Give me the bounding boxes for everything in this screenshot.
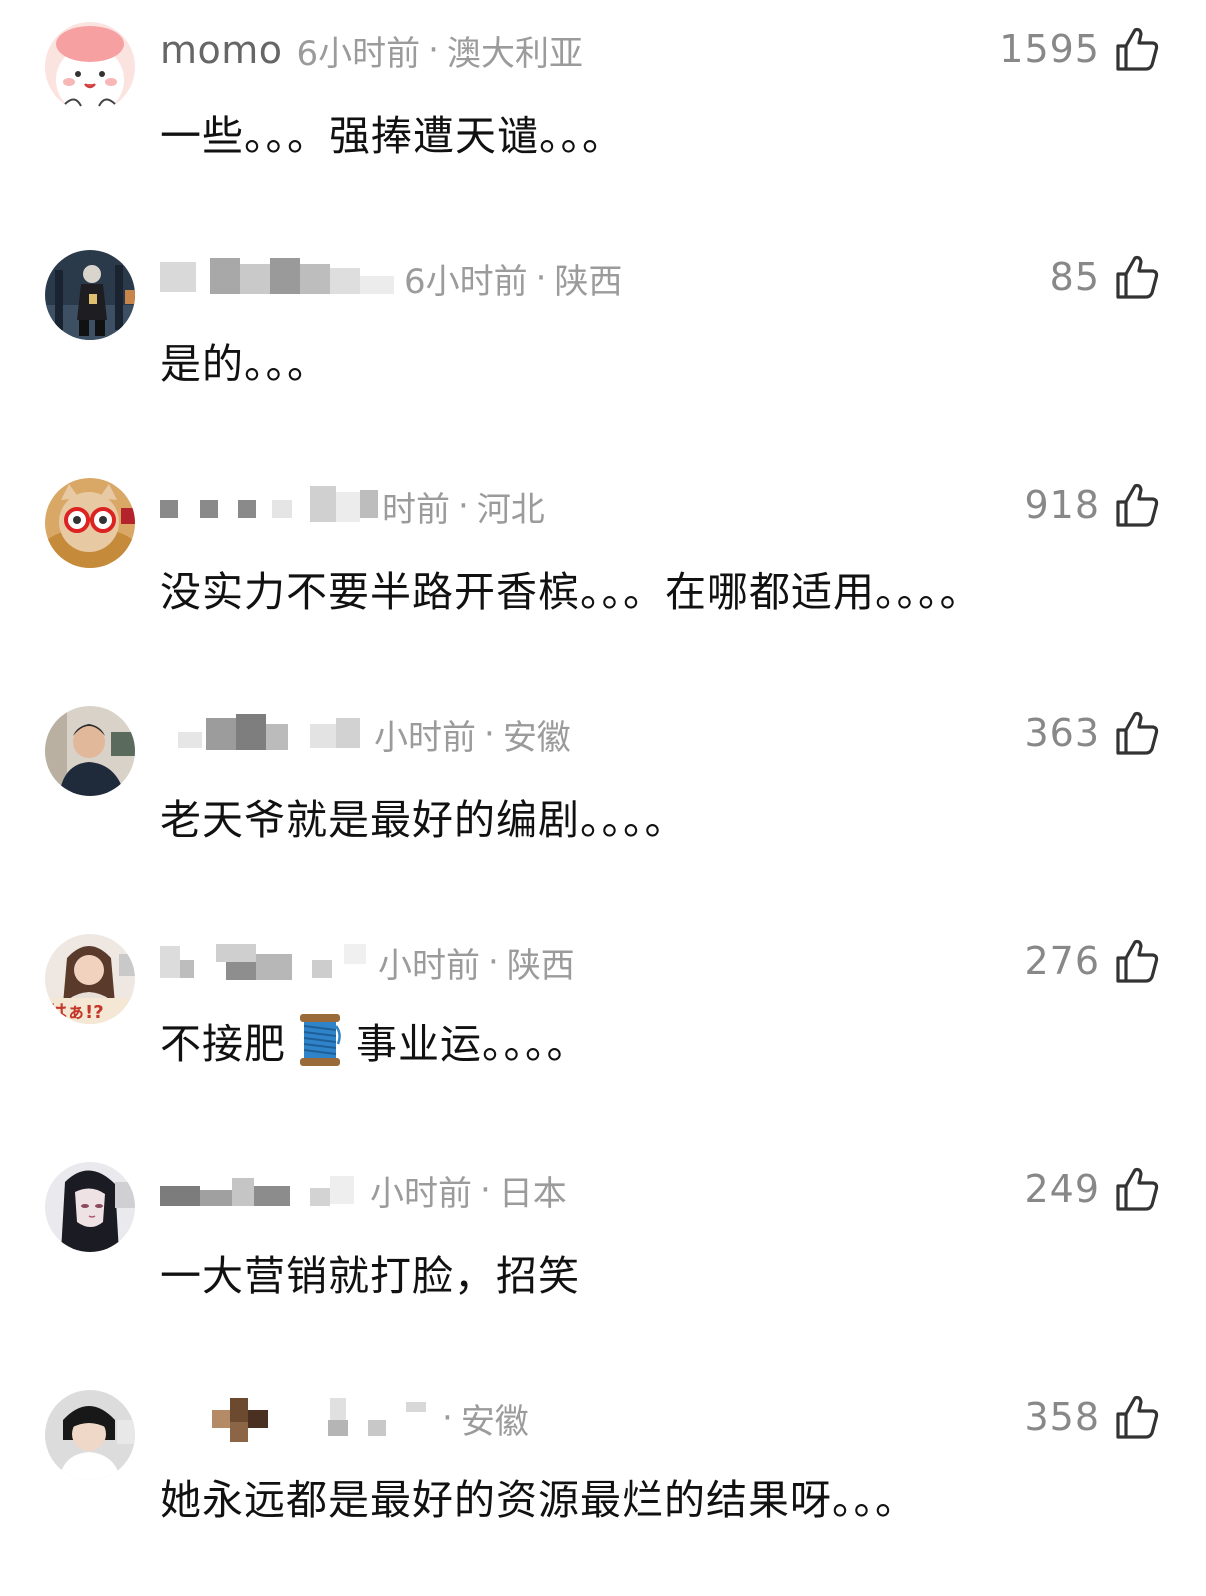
comment-text: 没实力不要半路开香槟。。。在哪都适用。。。。 [160, 568, 982, 616]
boy-photo-avatar-icon [45, 1390, 135, 1480]
comment-meta: · 安徽 [160, 1398, 529, 1442]
thumbs-up-icon [1116, 483, 1159, 527]
comment-time: 时前 [382, 489, 450, 530]
username-masked[interactable] [160, 942, 374, 982]
avatar[interactable] [45, 706, 135, 796]
username-masked[interactable] [160, 1398, 438, 1442]
comment-item: momo 6小时前 · 澳大利亚 1595 一些。。。强捧遭天谴。。。 [0, 0, 1206, 228]
avatar[interactable] [45, 250, 135, 340]
username-masked[interactable] [160, 714, 370, 754]
comment-text-part: 不接肥 [160, 1020, 286, 1068]
comment-location: 陕西 [554, 261, 623, 302]
like-count: 358 [1024, 1395, 1100, 1439]
username-masked[interactable] [160, 1170, 366, 1210]
like-count: 918 [1024, 483, 1100, 527]
meta-separator: · [458, 486, 469, 526]
username[interactable]: momo [160, 28, 283, 72]
spool-of-thread-icon [300, 1014, 341, 1066]
man-photo-avatar-icon [45, 706, 135, 796]
comment-item: はぁ!? 小时前 · 陕西 276 不接肥 事业运。。。。 [0, 912, 1206, 1140]
comment-text-part: 事业运。。。。 [356, 1020, 589, 1068]
meta-separator: · [484, 714, 495, 754]
comment-text: 不接肥 事业运。。。。 [160, 1010, 589, 1070]
comment-meta: momo 6小时前 · 澳大利亚 [160, 28, 583, 74]
svg-text:はぁ!?: はぁ!? [49, 1002, 104, 1023]
meta-separator: · [442, 1398, 453, 1438]
like-button[interactable]: 1595 [999, 24, 1160, 74]
thumbs-up-icon [1116, 1167, 1159, 1211]
avatar[interactable]: はぁ!? [45, 934, 135, 1024]
game-character-avatar-icon [45, 250, 135, 340]
comment-time: 6小时前 [296, 33, 421, 74]
comment-time: 小时前 [370, 1173, 472, 1214]
anime-girl-avatar-icon [45, 1162, 135, 1252]
comment-item: · 安徽 358 她永远都是最好的资源最烂的结果呀。。。 [0, 1368, 1206, 1596]
comment-location: 河北 [476, 489, 545, 530]
comment-time: 小时前 [374, 717, 476, 758]
username-masked[interactable] [160, 258, 400, 298]
comment-item: 时前 · 河北 918 没实力不要半路开香槟。。。在哪都适用。。。。 [0, 456, 1206, 684]
pink-cartoon-avatar-icon [45, 22, 135, 112]
meta-separator: · [488, 942, 499, 982]
comment-text: 她永远都是最好的资源最烂的结果呀。。。 [160, 1476, 917, 1524]
like-count: 1595 [999, 27, 1100, 71]
comment-meta: 小时前 · 安徽 [160, 714, 571, 758]
meta-separator: · [480, 1170, 491, 1210]
thumbs-up-icon [1116, 255, 1159, 299]
like-button[interactable]: 918 [1024, 480, 1160, 530]
avatar[interactable] [45, 1162, 135, 1252]
meta-separator: · [428, 30, 439, 70]
comment-location: 陕西 [506, 945, 575, 986]
like-count: 363 [1024, 711, 1100, 755]
comment-meta: 小时前 · 日本 [160, 1170, 567, 1214]
comment-meta: 小时前 · 陕西 [160, 942, 575, 986]
comment-text: 一些。。。强捧遭天谴。。。 [160, 112, 624, 160]
avatar[interactable] [45, 1390, 135, 1480]
comment-item: 6小时前 · 陕西 85 是的。。。 [0, 228, 1206, 456]
cat-with-glasses-avatar-icon [45, 478, 135, 568]
like-count: 276 [1024, 939, 1100, 983]
comment-meta: 时前 · 河北 [160, 486, 545, 530]
comment-text: 一大营销就打脸，招笑 [160, 1252, 580, 1300]
like-button[interactable]: 363 [1024, 708, 1160, 758]
like-button[interactable]: 358 [1024, 1392, 1160, 1442]
comment-location: 安徽 [460, 1401, 529, 1442]
comment-time: 小时前 [378, 945, 480, 986]
comment-meta: 6小时前 · 陕西 [160, 258, 622, 302]
comment-location: 澳大利亚 [446, 33, 583, 74]
like-button[interactable]: 276 [1024, 936, 1160, 986]
comment-location: 安徽 [502, 717, 571, 758]
avatar[interactable] [45, 478, 135, 568]
comment-item: 小时前 · 安徽 363 老天爷就是最好的编剧。。。。 [0, 684, 1206, 912]
thumbs-up-icon [1116, 1395, 1159, 1439]
like-count: 249 [1024, 1167, 1100, 1211]
thumbs-up-icon [1116, 711, 1159, 755]
comment-text: 是的。。。 [160, 340, 329, 388]
username-masked[interactable] [160, 486, 378, 526]
avatar[interactable] [45, 22, 135, 112]
thumbs-up-icon [1116, 27, 1159, 71]
comment-item: 小时前 · 日本 249 一大营销就打脸，招笑 [0, 1140, 1206, 1368]
girl-photo-avatar-icon: はぁ!? [45, 934, 135, 1024]
like-button[interactable]: 85 [1050, 252, 1160, 302]
like-count: 85 [1049, 255, 1100, 299]
meta-separator: · [535, 258, 547, 298]
like-button[interactable]: 249 [1024, 1164, 1160, 1214]
thumbs-up-icon [1116, 939, 1159, 983]
comment-text: 老天爷就是最好的编剧。。。。 [160, 796, 687, 844]
comment-time: 6小时前 [404, 261, 528, 302]
comment-location: 日本 [498, 1173, 567, 1214]
